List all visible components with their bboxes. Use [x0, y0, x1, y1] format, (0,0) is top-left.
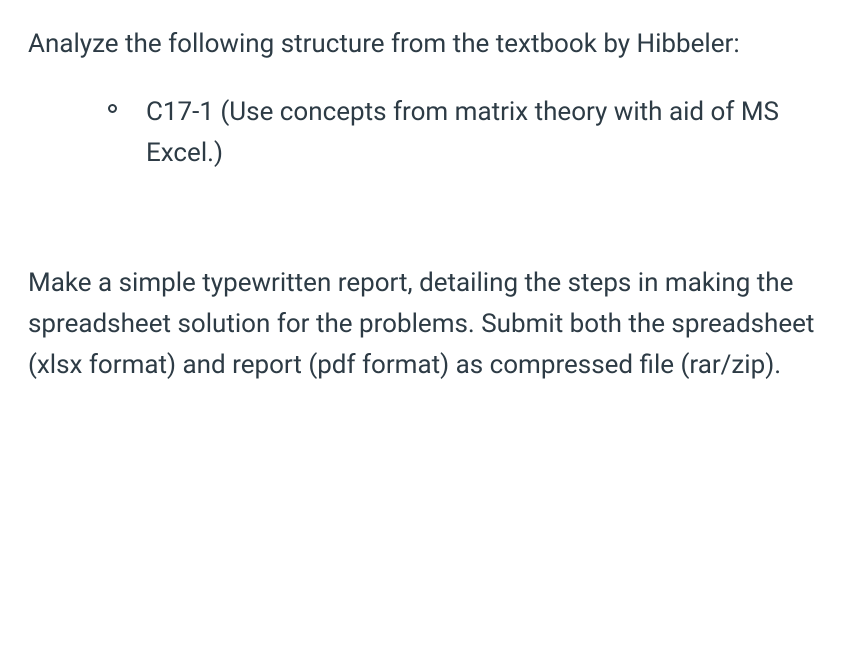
problem-list: C17-1 (Use concepts from matrix theory w… [28, 92, 816, 173]
closing-paragraph: Make a simple typewritten report, detail… [28, 263, 816, 386]
intro-paragraph: Analyze the following structure from the… [28, 24, 816, 64]
list-item-text: C17-1 (Use concepts from matrix theory w… [146, 97, 779, 167]
circle-bullet-icon [108, 104, 117, 113]
list-item: C17-1 (Use concepts from matrix theory w… [108, 92, 816, 173]
